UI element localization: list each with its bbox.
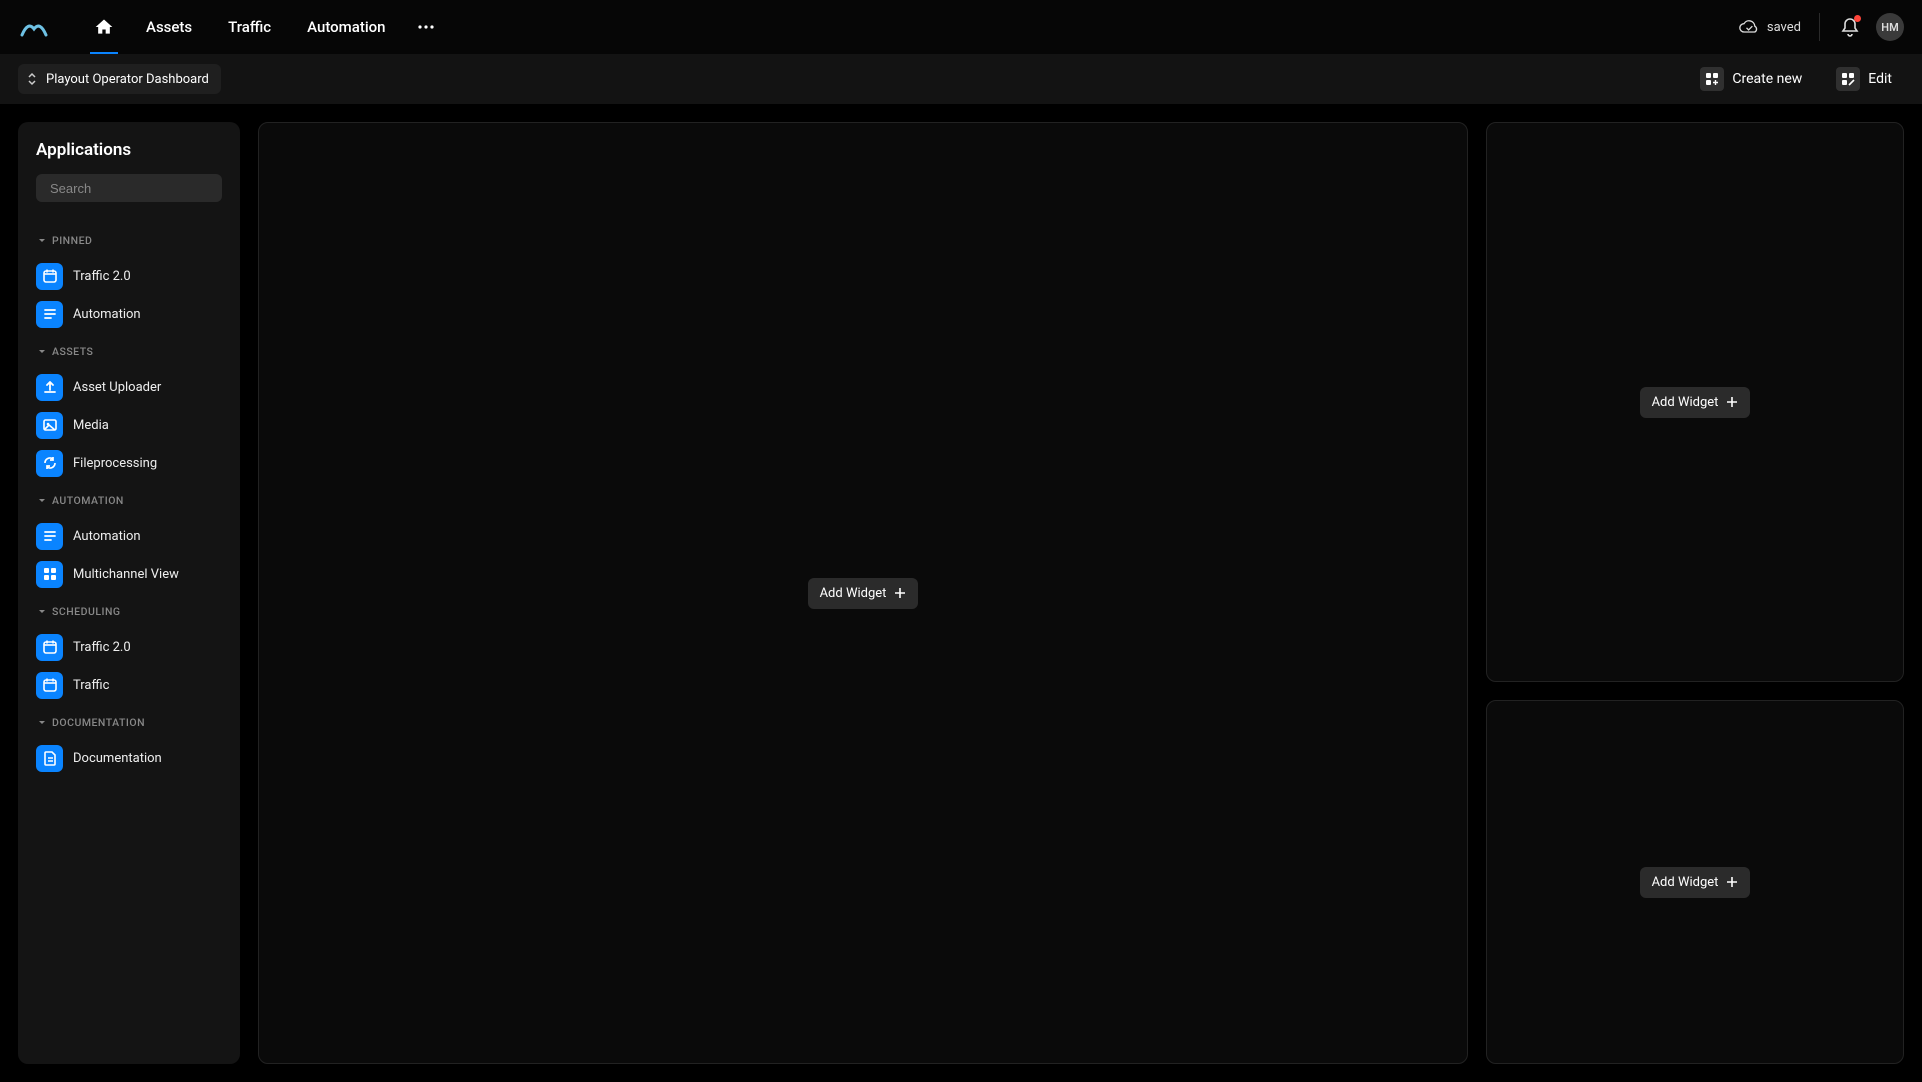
dashboard-name: Playout Operator Dashboard <box>46 72 209 87</box>
add-widget-button[interactable]: Add Widget <box>808 578 919 609</box>
doc-icon <box>36 745 63 772</box>
app-item-traffic[interactable]: Traffic <box>36 666 222 704</box>
app-item-label: Fileprocessing <box>73 456 157 471</box>
edit-icon-box <box>1836 67 1860 91</box>
grid-icon <box>36 561 63 588</box>
widget-grid: Add Widget Add Widget Add Widget <box>258 122 1904 1064</box>
notification-dot <box>1854 15 1861 22</box>
app-item-label: Traffic 2.0 <box>73 640 131 655</box>
section-label: PINNED <box>52 234 92 247</box>
chevron-up-down-icon <box>26 72 38 86</box>
widgets-add-icon <box>1705 72 1719 86</box>
calendar-icon <box>36 672 63 699</box>
app-item-fileprocessing[interactable]: Fileprocessing <box>36 444 222 482</box>
sidebar-title: Applications <box>36 140 222 160</box>
nav-traffic[interactable]: Traffic <box>210 0 289 54</box>
app-item-traffic-2-0[interactable]: Traffic 2.0 <box>36 628 222 666</box>
section-label: AUTOMATION <box>52 494 124 507</box>
section-header-automation[interactable]: AUTOMATION <box>38 494 222 507</box>
dashboard-selector[interactable]: Playout Operator Dashboard <box>18 64 221 94</box>
top-nav: Assets Traffic Automation saved HM <box>0 0 1922 54</box>
search-box[interactable] <box>36 174 222 202</box>
calendar-icon <box>36 634 63 661</box>
add-widget-button[interactable]: Add Widget <box>1640 867 1751 898</box>
upload-icon <box>36 374 63 401</box>
app-item-label: Traffic <box>73 678 109 693</box>
home-icon <box>94 17 114 37</box>
app-item-traffic-2-0[interactable]: Traffic 2.0 <box>36 257 222 295</box>
app-item-automation[interactable]: Automation <box>36 517 222 555</box>
app-logo[interactable] <box>18 11 50 43</box>
app-item-documentation[interactable]: Documentation <box>36 739 222 777</box>
add-widget-label: Add Widget <box>820 586 887 601</box>
nav-automation[interactable]: Automation <box>289 0 403 54</box>
image-icon <box>36 412 63 439</box>
create-new-label: Create new <box>1732 71 1802 87</box>
chevron-down-icon <box>38 238 46 244</box>
app-item-automation[interactable]: Automation <box>36 295 222 333</box>
search-input[interactable] <box>50 181 226 196</box>
playlist-icon <box>36 301 63 328</box>
nav-assets[interactable]: Assets <box>128 0 210 54</box>
widgets-edit-icon <box>1841 72 1855 86</box>
add-widget-button[interactable]: Add Widget <box>1640 387 1751 418</box>
chevron-down-icon <box>38 349 46 355</box>
save-status: saved <box>1739 13 1820 41</box>
nav-home[interactable] <box>80 0 128 54</box>
sync-icon <box>36 450 63 477</box>
calendar-icon <box>36 263 63 290</box>
app-item-label: Media <box>73 418 109 433</box>
main-content: Applications PINNED Traffic 2.0 Automation… <box>0 104 1922 1082</box>
section-header-documentation[interactable]: DOCUMENTATION <box>38 716 222 729</box>
section-header-scheduling[interactable]: SCHEDULING <box>38 605 222 618</box>
app-item-label: Traffic 2.0 <box>73 269 131 284</box>
logo-icon <box>20 17 48 37</box>
app-item-asset-uploader[interactable]: Asset Uploader <box>36 368 222 406</box>
create-new-button[interactable]: Create new <box>1688 63 1814 95</box>
chevron-down-icon <box>38 498 46 504</box>
playlist-icon <box>36 523 63 550</box>
app-item-label: Documentation <box>73 751 162 766</box>
more-horizontal-icon <box>418 25 434 29</box>
user-avatar[interactable]: HM <box>1876 13 1904 41</box>
edit-label: Edit <box>1868 71 1892 87</box>
chevron-down-icon <box>38 720 46 726</box>
widget-panel-right: Add Widget <box>258 122 1468 1064</box>
chevron-down-icon <box>38 609 46 615</box>
section-header-assets[interactable]: ASSETS <box>38 345 222 358</box>
plus-icon <box>894 587 906 599</box>
user-initials: HM <box>1881 21 1898 34</box>
section-label: DOCUMENTATION <box>52 716 145 729</box>
app-item-label: Asset Uploader <box>73 380 161 395</box>
nav-more[interactable] <box>404 0 448 54</box>
plus-icon <box>1726 396 1738 408</box>
add-widget-label: Add Widget <box>1652 875 1719 890</box>
applications-sidebar: Applications PINNED Traffic 2.0 Automation… <box>18 122 240 1064</box>
save-status-text: saved <box>1767 20 1801 35</box>
app-item-media[interactable]: Media <box>36 406 222 444</box>
app-item-multichannel-view[interactable]: Multichannel View <box>36 555 222 593</box>
add-widget-label: Add Widget <box>1652 395 1719 410</box>
cloud-check-icon <box>1739 20 1759 34</box>
app-item-label: Automation <box>73 307 141 322</box>
create-new-icon-box <box>1700 67 1724 91</box>
section-header-pinned[interactable]: PINNED <box>38 234 222 247</box>
edit-button[interactable]: Edit <box>1824 63 1904 95</box>
dashboard-toolbar: Playout Operator Dashboard Create new Ed… <box>0 54 1922 104</box>
app-item-label: Automation <box>73 529 141 544</box>
plus-icon <box>1726 876 1738 888</box>
notifications-button[interactable] <box>1830 7 1870 47</box>
widget-panel-bottom-left: Add Widget <box>1486 700 1904 1064</box>
widget-panel-top-left: Add Widget <box>1486 122 1904 682</box>
section-label: ASSETS <box>52 345 93 358</box>
app-item-label: Multichannel View <box>73 567 179 582</box>
section-label: SCHEDULING <box>52 605 121 618</box>
